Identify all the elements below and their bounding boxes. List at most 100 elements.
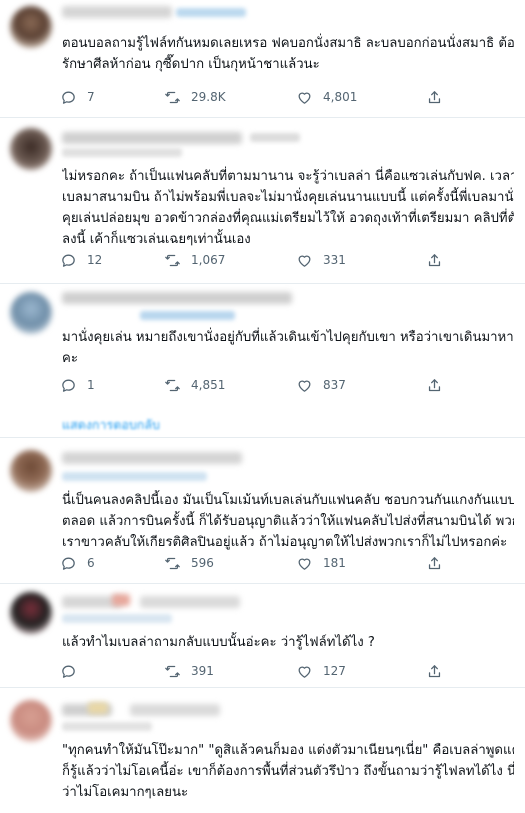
tweet-text-line: เราขาวคลับให้เกียรติศิลปินอยู่แล้ว ถ้าไม… [62,535,508,550]
avatar[interactable] [10,700,52,742]
avatar[interactable] [10,450,52,492]
tweet-5[interactable]: "ทุกคนทำให้มันโป๊ะมาก" "ดูสิแล้วคนก็มอง … [0,688,525,813]
retweet-count: 4,851 [191,378,226,392]
tweet-0[interactable]: ตอนบอลถามรู้ไฟล์ทกันหมดเลยเหรอ ฟคบอกนั่ง… [0,0,525,118]
retweet-icon [164,252,181,269]
reply-count: 1 [87,378,95,392]
tweet-text-line: มานั่งคุยเล่น หมายถึงเขานั่งอยู่กับที่แล… [62,330,514,345]
tweet-text-line: คะ [62,351,78,366]
author-name-redacted [62,292,292,304]
tweet-text-line: ไม่หรอกคะ ถ้าเป็นแฟนคลับที่ตามมานาน จะรู… [62,169,514,184]
like-icon [296,663,313,680]
author-handle-redacted [62,472,207,481]
retweet-icon [164,89,181,106]
retweet-icon [164,555,181,572]
reply-button[interactable]: 7 [60,86,95,108]
share-icon [426,555,443,572]
tweet-actions: 391 127 [60,660,450,682]
retweet-count: 29.8K [191,90,226,104]
avatar[interactable] [10,292,52,334]
share-button[interactable] [426,374,443,396]
avatar[interactable] [10,128,52,170]
tweet-actions: 1 4,851 837 [60,374,450,396]
reply-icon [60,377,77,394]
tweet-4[interactable]: แล้วทำไมเบลล่าถามกลับแบบนั้นอ่ะคะ ว่ารู้… [0,584,525,688]
reply-icon [60,555,77,572]
like-button[interactable]: 181 [296,552,346,574]
like-button[interactable]: 331 [296,249,346,271]
author-name-redacted [140,596,240,608]
like-count: 4,801 [323,90,358,104]
tweet-text: แล้วทำไมเบลล่าถามกลับแบบนั้นอ่ะคะ ว่ารู้… [62,632,514,653]
retweet-button[interactable]: 596 [164,552,214,574]
tweet-text-line: "ทุกคนทำให้มันโป๊ะมาก" "ดูสิแล้วคนก็มอง … [62,743,514,758]
share-icon [426,89,443,106]
reply-button[interactable]: 12 [60,249,102,271]
reply-icon [60,252,77,269]
tweet-text-line: ว่าไม่โอเคมากๆเลยนะ [62,785,189,800]
avatar[interactable] [10,592,52,634]
share-button[interactable] [426,660,443,682]
tweet-text: ไม่หรอกคะ ถ้าเป็นแฟนคลับที่ตามมานาน จะรู… [62,166,514,250]
retweet-count: 1,067 [191,253,226,267]
reply-button[interactable] [60,660,87,682]
share-icon [426,252,443,269]
tweet-text-line: ก็รู้แล้วว่าไม่โอเคนี้อ่ะ เขาก็ต้องการพื… [62,764,514,779]
reply-button[interactable]: 1 [60,374,95,396]
retweet-count: 596 [191,556,214,570]
tweet-text: นี่เป็นคนลงคลิปนี้เอง มันเป็นโมเม้นท์เบล… [62,490,514,553]
retweet-button[interactable]: 391 [164,660,214,682]
tweet-text: มานั่งคุยเล่น หมายถึงเขานั่งอยู่กับที่แล… [62,327,514,369]
like-icon [296,252,313,269]
retweet-button[interactable]: 4,851 [164,374,225,396]
retweet-button[interactable]: 29.8K [164,86,226,108]
author-name-redacted [62,6,172,18]
like-count: 181 [323,556,346,570]
tweet-1[interactable]: ไม่หรอกคะ ถ้าเป็นแฟนคลับที่ตามมานาน จะรู… [0,118,525,284]
tweet-text-line: ลงนี้ เค้าก็แซวเล่นเฉยๆเท่านั้นเอง [62,232,251,247]
reply-count: 12 [87,253,103,267]
reply-icon [60,89,77,106]
tweet-text-line: รักษาศีลห้าก่อน กุซี๊ดปาก เป็นกุหน้าชาแล… [62,57,320,72]
tweet-3[interactable]: นี่เป็นคนลงคลิปนี้เอง มันเป็นโมเม้นท์เบล… [0,438,525,583]
like-icon [296,89,313,106]
retweet-icon [164,663,181,680]
avatar[interactable] [10,6,52,48]
retweet-count: 391 [191,664,214,678]
tweet-text-line: นี่เป็นคนลงคลิปนี้เอง มันเป็นโมเม้นท์เบล… [62,493,514,508]
like-count: 127 [323,664,346,678]
retweet-button[interactable]: 1,067 [164,249,225,271]
tweet-text-line: ตอนบอลถามรู้ไฟล์ทกันหมดเลยเหรอ ฟคบอกนั่ง… [62,36,514,51]
reply-button[interactable]: 6 [60,552,95,574]
author-handle-redacted [62,148,182,157]
author-name-redacted [88,702,108,714]
tweet-2[interactable]: มานั่งคุยเล่น หมายถึงเขานั่งอยู่กับที่แล… [0,284,525,432]
like-icon [296,377,313,394]
like-count: 837 [323,378,346,392]
author-handle-redacted [62,614,172,623]
like-icon [296,555,313,572]
share-button[interactable] [426,86,443,108]
author-handle-redacted [250,133,300,142]
author-name-redacted [62,132,242,144]
reply-icon [60,663,77,680]
tweet-actions: 12 1,067 331 [60,249,450,271]
author-name-redacted [112,594,130,606]
author-name-redacted [62,452,242,464]
retweet-icon [164,377,181,394]
tweet-actions: 6 596 181 [60,552,450,574]
tweet-text-line: คุยเล่นปล่อยมุข อวดข้าวกล่องที่คุณแม่เตร… [62,211,514,226]
author-name-redacted [130,704,220,716]
share-button[interactable] [426,552,443,574]
tweet-actions: 7 29.8K 4,801 [60,86,450,108]
tweet-text-line: เบลมาสนามบิน ถ้าไม่พร้อมพี่เบลจะไม่มานั่… [62,190,514,205]
like-button[interactable]: 127 [296,660,346,682]
share-button[interactable] [426,249,443,271]
tweet-text: "ทุกคนทำให้มันโป๊ะมาก" "ดูสิแล้วคนก็มอง … [62,740,514,803]
show-replies-link[interactable]: แสดงการตอบกลับ [62,415,160,435]
share-icon [426,663,443,680]
like-button[interactable]: 837 [296,374,346,396]
like-button[interactable]: 4,801 [296,86,357,108]
author-handle-redacted [62,722,152,731]
tweet-text-line: แล้วทำไมเบลล่าถามกลับแบบนั้นอ่ะคะ ว่ารู้… [62,635,375,650]
